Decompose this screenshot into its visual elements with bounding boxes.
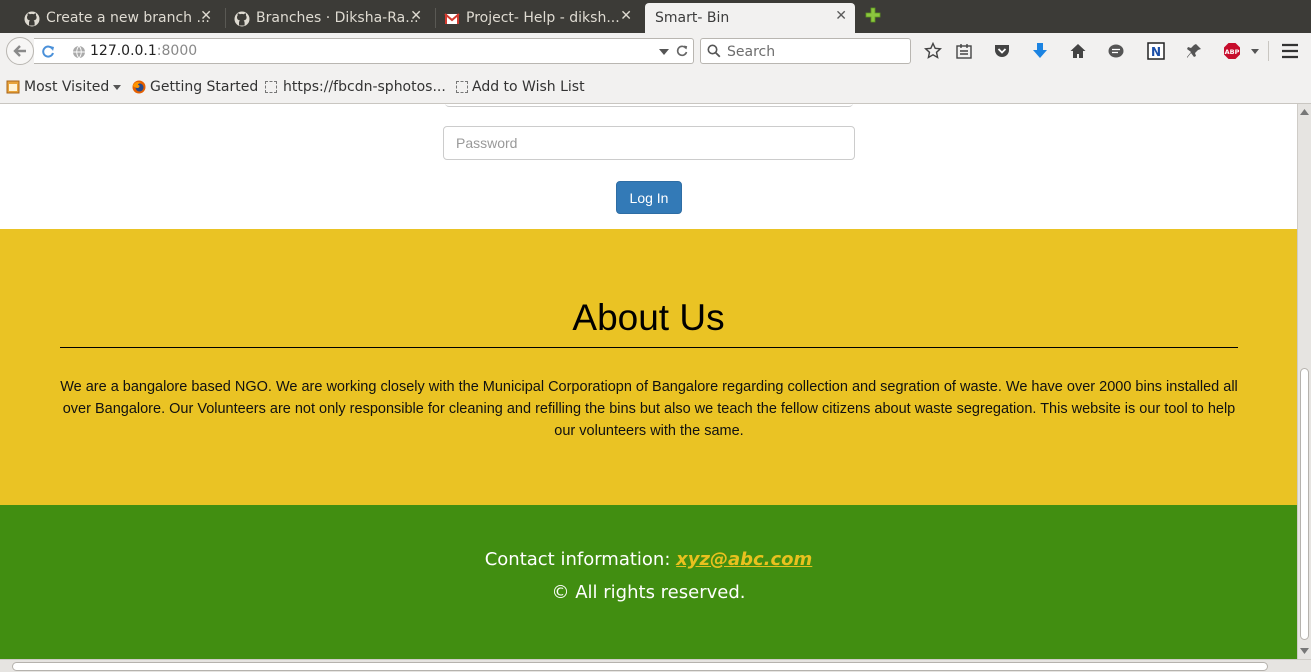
bookmark-fbcdn[interactable]: https://fbcdn-sphotos...	[265, 79, 446, 95]
about-divider	[60, 347, 1238, 348]
horizontal-scrollbar-thumb[interactable]	[12, 662, 1268, 671]
password-field[interactable]	[443, 126, 855, 160]
search-input[interactable]	[725, 42, 909, 62]
back-arrow-icon	[13, 45, 26, 57]
reload-icon[interactable]	[40, 44, 56, 60]
chat-icon[interactable]	[1107, 42, 1125, 60]
tab-separator	[435, 8, 436, 28]
github-icon	[234, 11, 250, 27]
tab-close-icon[interactable]: ✕	[620, 8, 632, 24]
search-icon	[707, 44, 721, 58]
bookmark-label: Add to Wish List	[472, 79, 585, 95]
footer: Contact information: xyz@abc.com © All r…	[0, 505, 1297, 659]
vertical-scrollbar[interactable]	[1297, 104, 1311, 659]
bookmarks-toolbar: Most Visited Getting Started https://fbc…	[0, 69, 1311, 104]
adblock-dropdown-chevron-down-icon[interactable]	[1251, 49, 1259, 54]
evernote-icon[interactable]: N	[1147, 42, 1165, 60]
copyright-text: © All rights reserved.	[551, 582, 746, 603]
horizontal-scrollbar[interactable]	[0, 659, 1311, 672]
tab-title: Project- Help - diksh...	[466, 10, 620, 26]
search-bar[interactable]	[700, 38, 911, 64]
tab-smart-bin[interactable]: Smart- Bin ✕	[645, 3, 855, 33]
toolbar-divider	[1268, 41, 1269, 61]
bookmark-label: Most Visited	[24, 79, 110, 95]
back-button[interactable]	[6, 37, 34, 65]
pin-icon[interactable]	[1185, 42, 1203, 60]
scroll-up-arrow-icon[interactable]	[1300, 109, 1309, 115]
firefox-icon	[132, 80, 146, 94]
gmail-icon	[444, 13, 460, 24]
tab-close-icon[interactable]: ✕	[835, 8, 847, 24]
tab-title: Create a new branch ...	[46, 10, 210, 26]
page-viewport: Log In About Us We are a bangalore based…	[0, 104, 1297, 659]
contact-email-link[interactable]: xyz@abc.com	[676, 549, 812, 570]
bookmark-add-to-wish-list[interactable]: Add to Wish List	[456, 79, 585, 95]
bookmark-most-visited[interactable]: Most Visited	[6, 79, 122, 95]
bookmark-getting-started[interactable]: Getting Started	[132, 79, 258, 95]
github-icon	[24, 11, 40, 27]
contact-info: Contact information: xyz@abc.com	[0, 549, 1297, 570]
adblock-label: ABP	[1225, 48, 1240, 56]
svg-text:N: N	[1151, 45, 1161, 59]
bookmark-label: https://fbcdn-sphotos...	[283, 79, 446, 95]
url-host: 127.0.0.1	[90, 43, 157, 59]
most-visited-icon	[6, 80, 20, 94]
site-identity-globe-icon[interactable]	[72, 45, 86, 59]
navigation-bar: 127.0.0.1:8000 N ABP	[0, 33, 1311, 69]
bookmark-label: Getting Started	[150, 79, 259, 95]
downloads-icon[interactable]	[1031, 42, 1049, 60]
url-text[interactable]: 127.0.0.1:8000	[90, 43, 197, 59]
tab-close-icon[interactable]: ✕	[410, 8, 422, 24]
reading-list-icon[interactable]	[955, 42, 973, 60]
about-heading: About Us	[572, 297, 725, 338]
tab-strip: Create a new branch ... ✕ Branches · Dik…	[0, 0, 1311, 33]
username-field[interactable]	[445, 104, 853, 107]
reload-page-icon[interactable]	[675, 44, 689, 58]
tab-separator	[225, 8, 226, 28]
url-dropdown-chevron-down-icon[interactable]	[659, 49, 669, 56]
vertical-scrollbar-thumb[interactable]	[1300, 368, 1309, 640]
contact-label: Contact information:	[484, 549, 677, 570]
tab-project-help[interactable]: Project- Help - diksh... ✕	[444, 3, 640, 33]
tab-branches[interactable]: Branches · Diksha-Ra... ✕	[234, 3, 430, 33]
scroll-down-arrow-icon[interactable]	[1300, 648, 1309, 654]
menu-icon[interactable]	[1281, 42, 1299, 60]
adblock-icon[interactable]: ABP	[1223, 42, 1241, 60]
page-icon	[456, 81, 468, 93]
about-text: We are a bangalore based NGO. We are wor…	[60, 379, 1238, 439]
pocket-icon[interactable]	[993, 42, 1011, 60]
page-icon	[265, 81, 277, 93]
login-button[interactable]: Log In	[616, 181, 682, 214]
tab-close-icon[interactable]: ✕	[200, 8, 212, 24]
bookmark-star-icon[interactable]	[924, 42, 942, 60]
url-port: :8000	[156, 43, 198, 59]
chevron-down-icon	[113, 84, 122, 90]
tab-title: Smart- Bin	[655, 10, 730, 26]
about-section: About Us We are a bangalore based NGO. W…	[0, 229, 1297, 505]
url-bar[interactable]: 127.0.0.1:8000	[34, 38, 694, 64]
tab-title: Branches · Diksha-Ra...	[256, 10, 419, 26]
tab-create-branch[interactable]: Create a new branch ... ✕	[24, 3, 220, 33]
new-tab-plus-icon[interactable]	[864, 6, 882, 24]
home-icon[interactable]	[1069, 42, 1087, 60]
